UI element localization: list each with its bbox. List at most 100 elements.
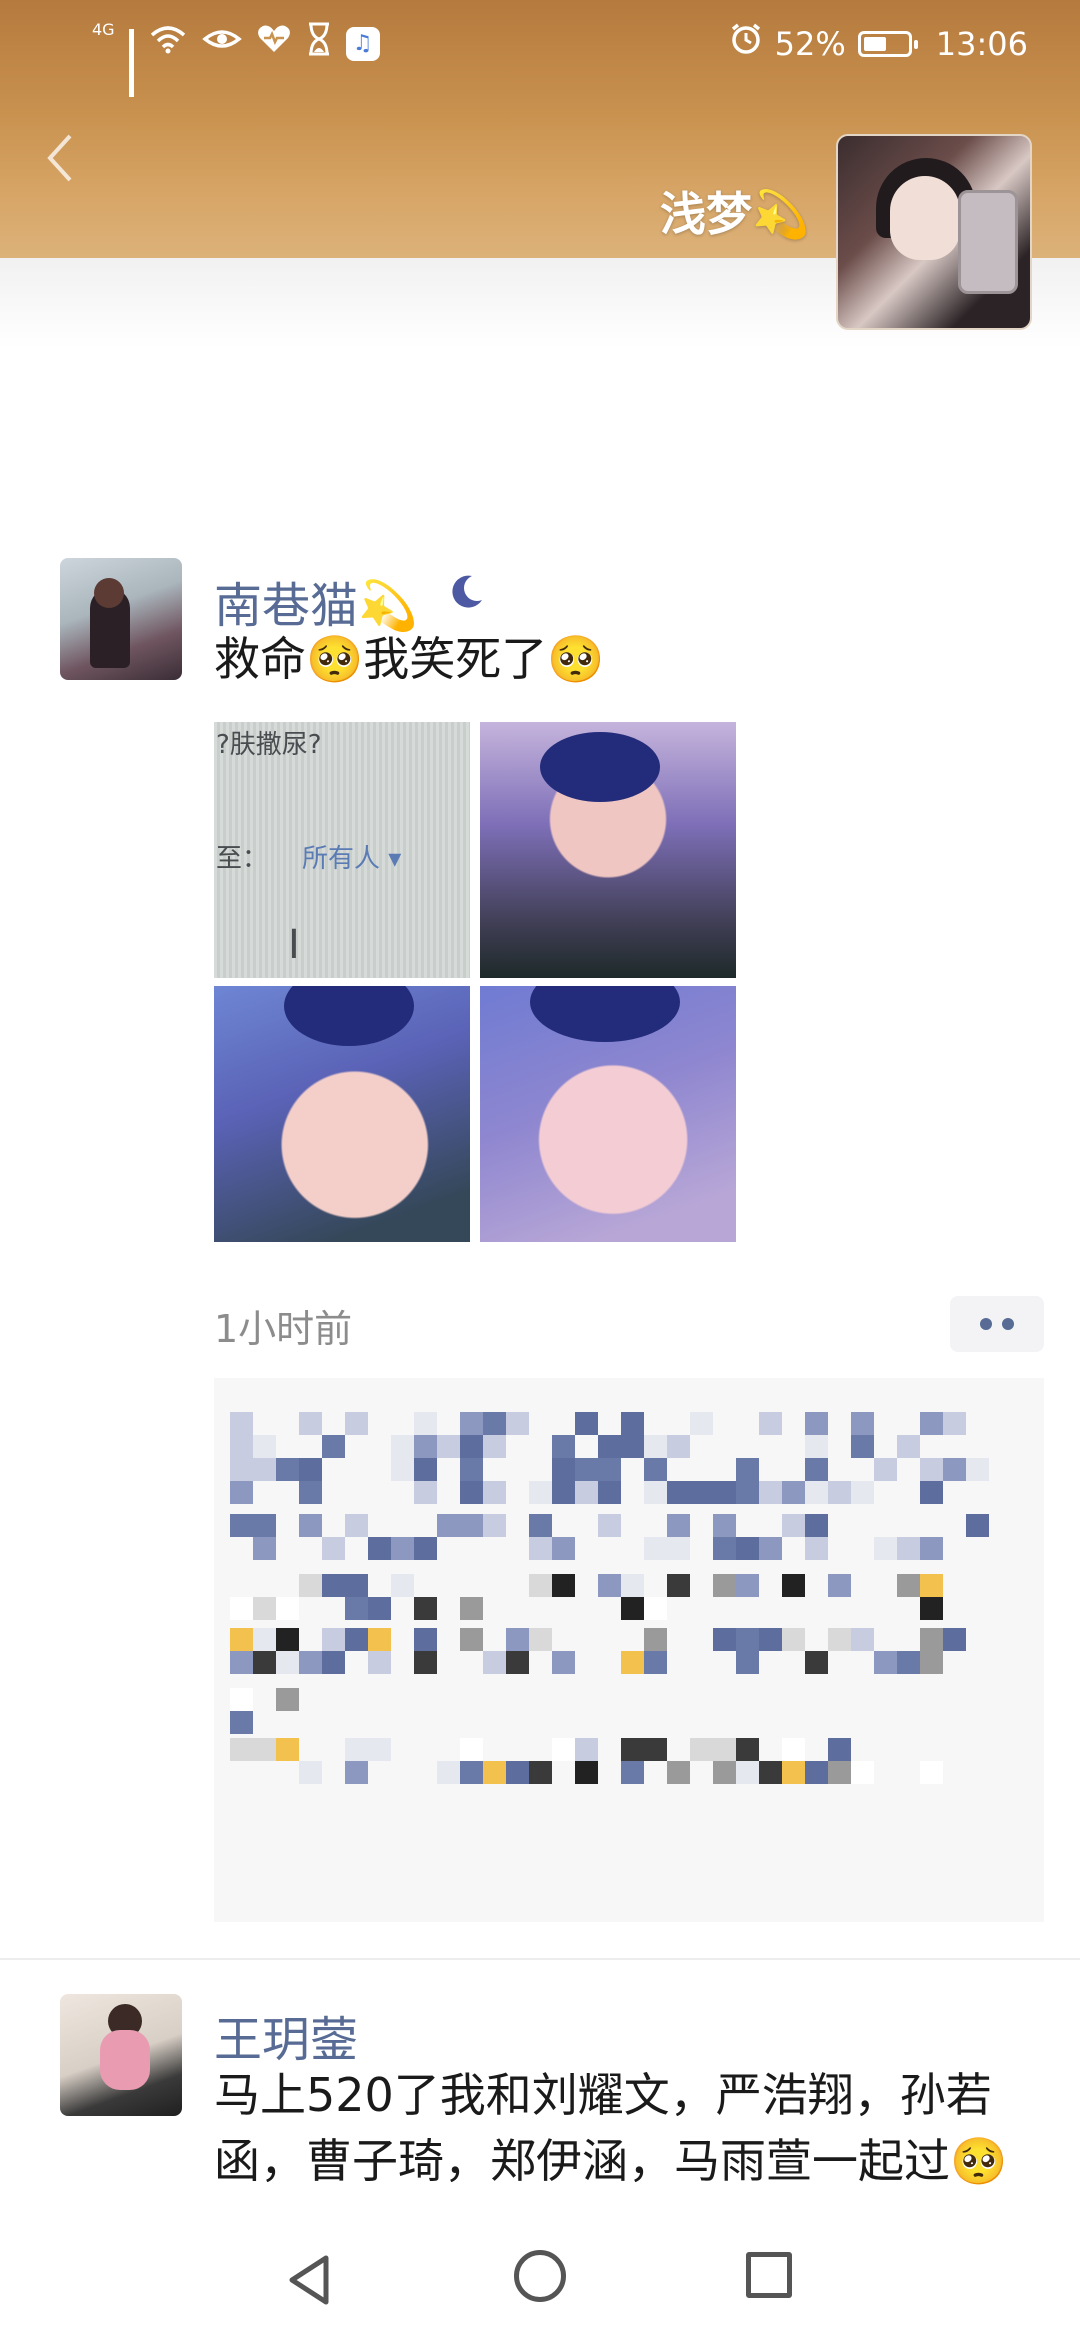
pixel-block (575, 1597, 598, 1620)
pixel-block (276, 1514, 299, 1537)
pixel-block (713, 1514, 736, 1537)
pixel-block (230, 1481, 253, 1504)
pixel-block (667, 1738, 690, 1761)
back-button[interactable] (38, 128, 82, 188)
pixel-block (575, 1628, 598, 1651)
pixel-block (690, 1738, 713, 1761)
pixel-block (460, 1481, 483, 1504)
pixel-block (805, 1514, 828, 1537)
post-photo-2[interactable] (480, 722, 736, 978)
pixel-block (460, 1574, 483, 1597)
pixel-block (667, 1651, 690, 1674)
pixel-block (805, 1738, 828, 1761)
pixel-block (322, 1628, 345, 1651)
pixel-block (322, 1651, 345, 1674)
pixel-block (621, 1574, 644, 1597)
pixel-block (529, 1537, 552, 1560)
pixel-block (621, 1481, 644, 1504)
pixel-block (345, 1628, 368, 1651)
pixel-block (414, 1481, 437, 1504)
pixel-block (690, 1458, 713, 1481)
pixel-block (805, 1481, 828, 1504)
avatar-head (94, 578, 124, 608)
pixel-block (437, 1514, 460, 1537)
pixel-block (828, 1761, 851, 1784)
pixel-block (690, 1597, 713, 1620)
pixel-block (621, 1458, 644, 1481)
pixel-block (621, 1738, 644, 1761)
hourglass-icon (306, 22, 332, 65)
pixel-block (276, 1458, 299, 1481)
pixel-block (759, 1574, 782, 1597)
pixel-block (713, 1651, 736, 1674)
post-photo-4[interactable] (480, 986, 736, 1242)
pixel-block (874, 1435, 897, 1458)
pixel-block (759, 1412, 782, 1435)
pixel-block (621, 1537, 644, 1560)
post-divider (0, 1958, 1080, 1960)
nav-recent-icon[interactable] (746, 2252, 792, 2298)
pixel-block (966, 1458, 989, 1481)
pixel-block (782, 1597, 805, 1620)
post-author-avatar[interactable] (60, 558, 182, 680)
pixel-block (874, 1628, 897, 1651)
pixel-block (736, 1761, 759, 1784)
pixel-block (667, 1537, 690, 1560)
pixel-block (874, 1574, 897, 1597)
pixel-block (575, 1738, 598, 1761)
pixel-block (276, 1628, 299, 1651)
pixel-block (368, 1761, 391, 1784)
pixel-block (529, 1628, 552, 1651)
pixel-block (552, 1597, 575, 1620)
pixel-block (782, 1738, 805, 1761)
pixel-block (253, 1412, 276, 1435)
pixel-block (897, 1628, 920, 1651)
pixel-block (230, 1574, 253, 1597)
pixel-block (460, 1597, 483, 1620)
pixel-block (897, 1514, 920, 1537)
pixel-block (276, 1688, 299, 1711)
pixel-block (736, 1514, 759, 1537)
pixel-block (828, 1412, 851, 1435)
pixel-block (322, 1537, 345, 1560)
pixel-block (598, 1761, 621, 1784)
pixel-block (322, 1435, 345, 1458)
post-author-avatar[interactable] (60, 1994, 182, 2116)
pixel-block (506, 1514, 529, 1537)
pixel-block (943, 1458, 966, 1481)
pixel-block (299, 1574, 322, 1597)
pixel-block (322, 1412, 345, 1435)
pixel-block (368, 1628, 391, 1651)
pixel-block (920, 1537, 943, 1560)
pixelated-row (230, 1574, 1010, 1620)
pixel-block (644, 1574, 667, 1597)
pixel-block (874, 1597, 897, 1620)
pixel-block (897, 1761, 920, 1784)
nav-back-icon[interactable] (282, 2252, 338, 2308)
post-photo-3[interactable] (214, 986, 470, 1242)
pixel-block (828, 1435, 851, 1458)
cover-owner-name[interactable]: 浅梦💫 (660, 178, 809, 244)
pixel-block (322, 1514, 345, 1537)
pixel-block (897, 1537, 920, 1560)
pixel-block (759, 1481, 782, 1504)
pixel-block (736, 1435, 759, 1458)
pixel-block (414, 1412, 437, 1435)
pixel-block (713, 1435, 736, 1458)
pixel-block (299, 1761, 322, 1784)
post-author-name[interactable]: 王玥蓥 (214, 2000, 358, 2070)
pixel-block (828, 1537, 851, 1560)
post-photo-1[interactable]: ?肤撒尿? 至： 所有人 ▾ I (214, 722, 470, 978)
nav-home-icon[interactable] (514, 2250, 566, 2302)
pixel-block (529, 1574, 552, 1597)
status-right-group: 52% 13:06 (729, 22, 1028, 65)
pixel-block (529, 1458, 552, 1481)
more-actions-button[interactable] (950, 1296, 1044, 1352)
pixel-block (943, 1574, 966, 1597)
pixel-block (506, 1412, 529, 1435)
pixel-block (414, 1597, 437, 1620)
cover-owner-avatar[interactable] (836, 134, 1032, 330)
pixel-block (575, 1761, 598, 1784)
pixel-block (713, 1481, 736, 1504)
pixel-block (506, 1481, 529, 1504)
